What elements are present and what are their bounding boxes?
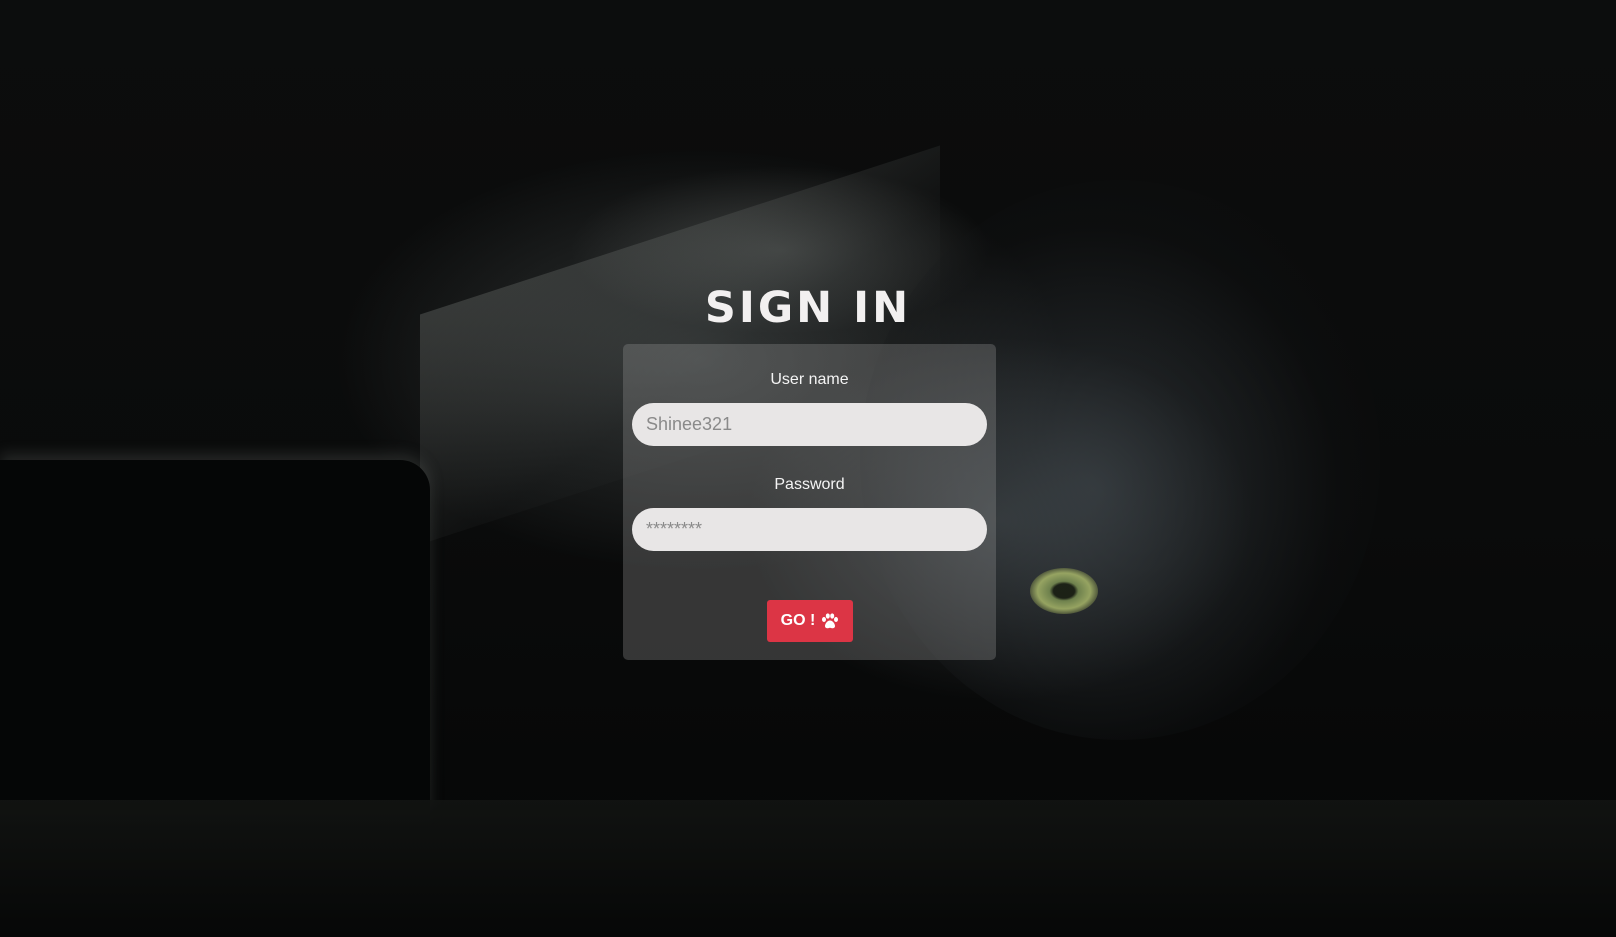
page-title: SIGN IN — [704, 283, 912, 333]
background-dark-block — [0, 460, 430, 820]
password-input[interactable] — [632, 508, 987, 551]
background-floor — [0, 800, 1616, 937]
submit-button-label: GO ! — [780, 612, 816, 629]
background-cat-eye — [1030, 568, 1098, 614]
password-label: Password — [774, 476, 845, 493]
paw-icon — [822, 613, 839, 629]
username-input[interactable] — [632, 403, 987, 446]
submit-button[interactable]: GO ! — [767, 600, 853, 642]
username-label: User name — [770, 371, 849, 388]
sign-in-form: User name Password GO ! — [623, 344, 996, 660]
